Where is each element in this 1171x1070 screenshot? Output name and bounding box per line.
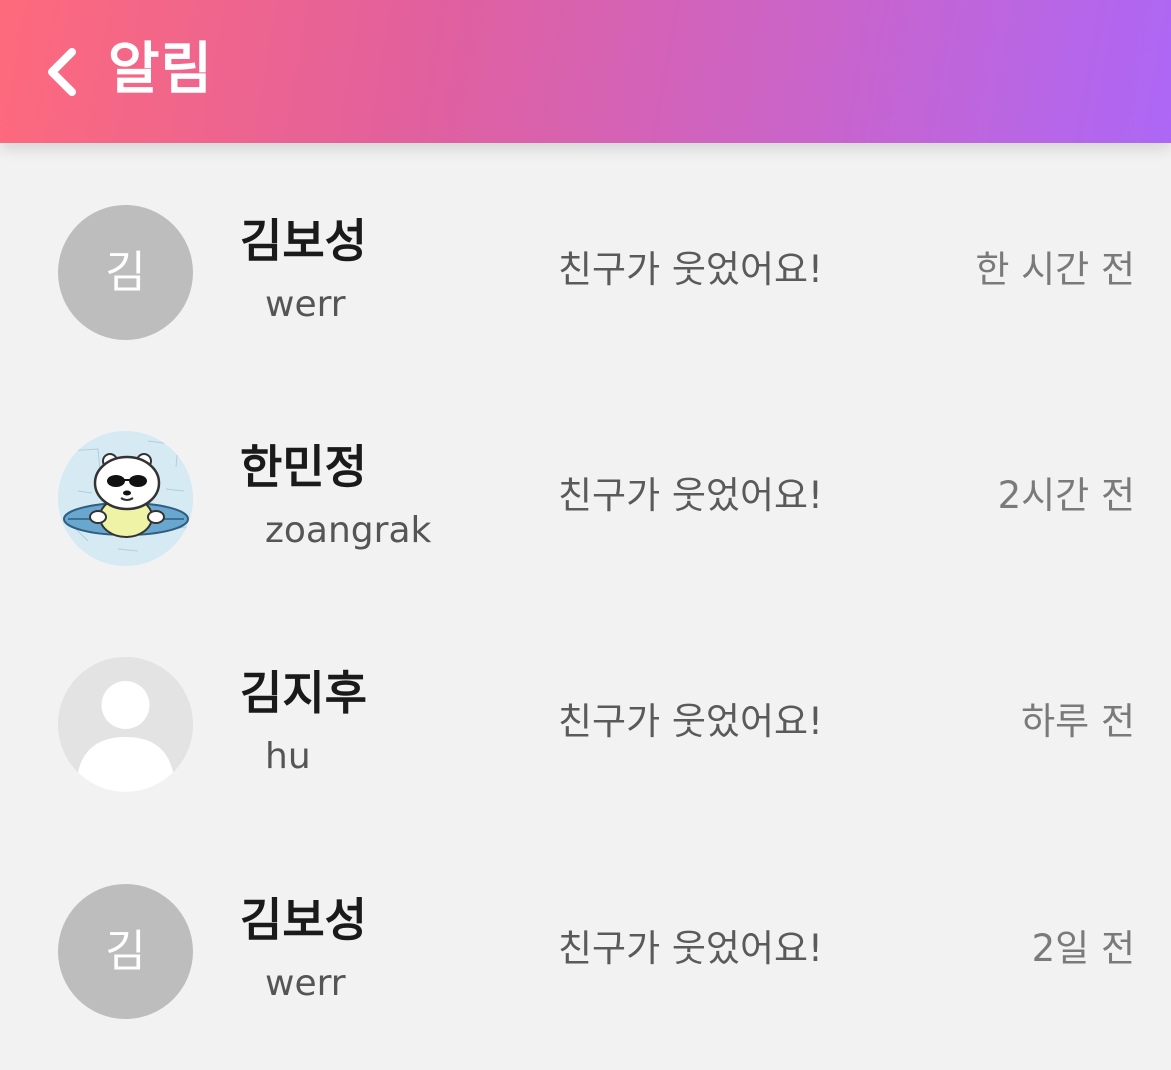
notification-item[interactable]: 한민정 zoangrak 친구가 웃었어요! 2시간 전 [0, 369, 1171, 595]
notification-time: 2시간 전 [997, 474, 1135, 517]
friend-username: hu [265, 736, 311, 777]
notification-message: 친구가 웃었어요! [558, 474, 823, 517]
back-button[interactable] [38, 44, 88, 100]
bear-surfboard-avatar-image [58, 431, 193, 566]
notifications-screen: 알림 김 김보성 werr 친구가 웃었어요! 한 시간 전 한민정 zoang… [0, 0, 1171, 1070]
notification-time: 하루 전 [1021, 700, 1135, 743]
notification-message: 친구가 웃었어요! [558, 248, 823, 291]
avatar[interactable]: 김 [58, 884, 193, 1019]
friend-name: 한민정 [240, 440, 367, 494]
friend-username: werr [265, 963, 346, 1004]
notification-time: 2일 전 [1031, 927, 1135, 970]
friend-name: 김지후 [240, 666, 367, 720]
friend-name: 김보성 [240, 893, 367, 947]
friend-name: 김보성 [240, 214, 367, 268]
notification-message: 친구가 웃었어요! [558, 927, 823, 970]
app-header: 알림 [0, 0, 1171, 143]
avatar[interactable] [58, 431, 193, 566]
notification-item[interactable]: 김지후 hu 친구가 웃었어요! 하루 전 [0, 595, 1171, 821]
avatar[interactable] [58, 657, 193, 792]
friend-username: werr [265, 284, 346, 325]
avatar[interactable]: 김 [58, 205, 193, 340]
default-user-icon [58, 657, 193, 792]
notification-item[interactable]: 김 김보성 werr 친구가 웃었어요! 2일 전 [0, 822, 1171, 1048]
page-title: 알림 [108, 37, 214, 102]
friend-username: zoangrak [265, 510, 432, 551]
notification-item[interactable]: 김 김보성 werr 친구가 웃었어요! 한 시간 전 [0, 143, 1171, 369]
notification-time: 한 시간 전 [975, 248, 1135, 291]
chevron-left-icon [48, 48, 76, 96]
notification-message: 친구가 웃었어요! [558, 700, 823, 743]
